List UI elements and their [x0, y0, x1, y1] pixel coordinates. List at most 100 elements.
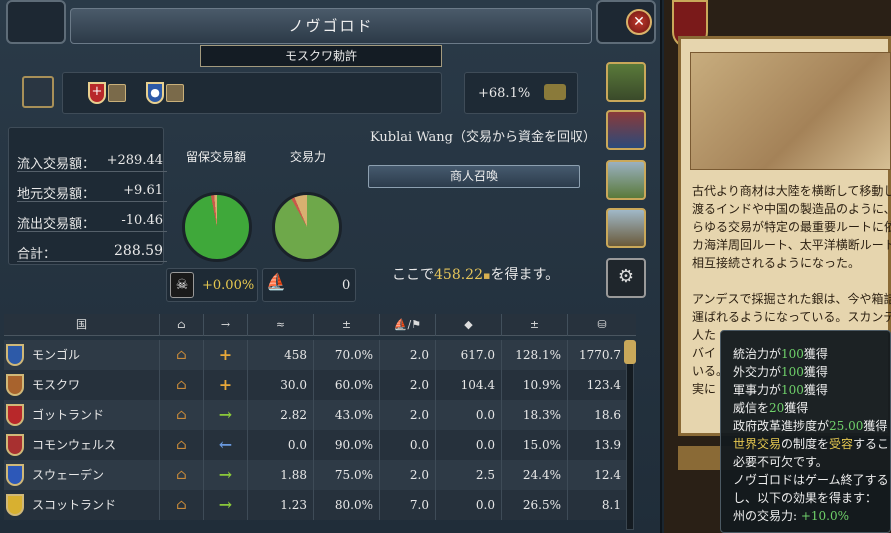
cell-c6: 617.0	[436, 340, 502, 370]
cell-c4: 90.0%	[314, 430, 380, 460]
trade-power-pie[interactable]	[272, 192, 342, 262]
stat-value: +9.61	[123, 183, 163, 198]
cell-c6: 0.0	[436, 400, 502, 430]
cell-c8: 18.6	[568, 400, 628, 430]
ships-count: 0	[342, 278, 351, 293]
cell-c3: 1.88	[248, 460, 314, 490]
piracy-value: +0.00%	[202, 278, 255, 293]
stat-value: +289.44	[106, 153, 163, 168]
skull-icon: ☠	[170, 272, 194, 298]
tooltip-line: 威信を20獲得	[733, 401, 809, 415]
stat-row-incoming: 流入交易額： +289.44	[17, 150, 167, 172]
page-title: ノヴゴロド	[70, 8, 592, 44]
cell-c8: 12.4	[568, 460, 628, 490]
landscape-button[interactable]	[606, 160, 646, 200]
stat-row-total: 合計： 288.59	[17, 240, 167, 262]
home-node-icon: ⌂	[160, 370, 204, 400]
scrollbar-thumb[interactable]	[624, 340, 636, 364]
trade-action-icon: ←	[204, 430, 248, 460]
cell-c8: 123.4	[568, 370, 628, 400]
table-row[interactable]: ゴットランド ⌂ → 2.82 43.0% 2.0 0.0 18.3% 18.6	[4, 400, 628, 430]
mongol-shield-icon[interactable]: ●	[146, 82, 164, 104]
trade-goods-button[interactable]	[606, 62, 646, 102]
country-name: ゴットランド	[4, 400, 160, 430]
merchant-gain-text: ここで458.22▪を得ます。	[392, 264, 559, 284]
trade-node-icon[interactable]	[22, 76, 54, 108]
cell-c8: 8.1	[568, 490, 628, 520]
country-name: スコットランド	[4, 490, 160, 520]
cell-c3: 1.23	[248, 490, 314, 520]
tooltip: 統治力が100獲得 外交力が100獲得 軍事力が100獲得 威信を20獲得 政府…	[720, 330, 891, 533]
trade-value-stats: 流入交易額： +289.44 地元交易額： +9.61 流出交易額： -10.46 合…	[8, 127, 167, 265]
tooltip-line: し、以下の効果を得ます：	[733, 491, 878, 505]
cell-c3: 30.0	[248, 370, 314, 400]
merchant-name: Kublai Wang（交易から資金を回収）	[370, 130, 596, 145]
city-button[interactable]	[606, 208, 646, 248]
table-row[interactable]: モンゴル ⌂ +458 70.0% 2.0 617.0 128.1% 1770.7	[4, 340, 628, 370]
col-power[interactable]: ◆	[436, 314, 502, 336]
country-name: コモンウェルス	[4, 430, 160, 460]
country-name: モスクワ	[4, 370, 160, 400]
flavor-line: 古代より商材は大陸を横断して移動し	[692, 184, 891, 198]
tooltip-line: 政府改革進捗度が25.00獲得	[733, 419, 888, 433]
stat-label: 地元交易額：	[17, 187, 96, 202]
trade-action-icon: +	[204, 340, 248, 370]
home-node-icon: ⌂	[160, 460, 204, 490]
table-row[interactable]: モスクワ ⌂ +30.0 60.0% 2.0 104.4 10.9% 123.4	[4, 370, 628, 400]
table-row[interactable]: スコットランド ⌂ → 1.23 80.0% 7.0 0.0 26.5% 8.1	[4, 490, 628, 520]
cell-c7: 18.3%	[502, 400, 568, 430]
trade-action-icon: →	[204, 490, 248, 520]
owner-shield-icon[interactable]: +	[88, 82, 106, 104]
stat-label: 流入交易額：	[17, 157, 96, 172]
cell-c3: 0.0	[248, 430, 314, 460]
table-row[interactable]: コモンウェルス ⌂ ← 0.0 90.0% 0.0 0.0 15.0% 13.9	[4, 430, 628, 460]
ship-icon: ⛵	[266, 272, 286, 291]
gain-prefix: ここで	[392, 267, 434, 283]
flavor-line: 運ばれるようになっている。スカンデ	[692, 310, 891, 324]
cell-c5: 2.0	[380, 400, 436, 430]
trade-company-subtitle: モスクワ勅許	[200, 45, 442, 67]
cell-c8: 1770.7	[568, 340, 628, 370]
cell-c4: 80.0%	[314, 490, 380, 520]
tooltip-line: 軍事力が100獲得	[733, 383, 828, 397]
trade-table-header: 国 ⌂ → ≈ ± ⛵/⚑ ◆ ± ⛁	[4, 314, 636, 336]
coins-button[interactable]: ⚙	[606, 258, 646, 298]
stat-label: 合計：	[17, 247, 57, 262]
cell-c7: 24.4%	[502, 460, 568, 490]
cell-c5: 0.0	[380, 430, 436, 460]
col-country[interactable]: 国	[4, 314, 160, 336]
country-name: モンゴル	[4, 340, 160, 370]
tooltip-line: ノヴゴロドはゲーム終了する	[733, 473, 889, 487]
flavor-line: 相互接続されるようになった。	[692, 256, 861, 270]
panel-corner-left	[6, 0, 66, 44]
flavor-text-1: 古代より商材は大陸を横断して移動し 渡るインドや中国の製造品のように、 らゆる交…	[692, 182, 891, 272]
retained-trade-pie[interactable]	[182, 192, 252, 262]
col-share-pct[interactable]: ±	[314, 314, 380, 336]
retained-trade-label: 留保交易額	[186, 150, 247, 164]
cell-c4: 70.0%	[314, 340, 380, 370]
col-share[interactable]: ≈	[248, 314, 314, 336]
cell-c7: 128.1%	[502, 340, 568, 370]
cell-c3: 458	[248, 340, 314, 370]
flavor-line: カ海洋周回ルート、太平洋横断ルート	[692, 238, 891, 252]
merchant-illustration	[690, 52, 891, 170]
col-ships[interactable]: ⛵/⚑	[380, 314, 436, 336]
tooltip-line: 世界交易の制度を受容するこ	[733, 437, 890, 451]
cell-c7: 26.5%	[502, 490, 568, 520]
col-value[interactable]: ⛁	[568, 314, 636, 336]
trade-power-label: 交易力	[290, 150, 327, 164]
table-row[interactable]: スウェーデン ⌂ → 1.88 75.0% 2.0 2.5 24.4% 12.4	[4, 460, 628, 490]
table-scrollbar[interactable]	[626, 340, 634, 530]
cell-c3: 2.82	[248, 400, 314, 430]
col-home[interactable]: ⌂	[160, 314, 204, 336]
cell-c4: 75.0%	[314, 460, 380, 490]
country-name: スウェーデン	[4, 460, 160, 490]
diplomats-button[interactable]	[606, 110, 646, 150]
close-icon[interactable]: ✕	[626, 9, 652, 35]
cell-c6: 104.4	[436, 370, 502, 400]
col-power-pct[interactable]: ±	[502, 314, 568, 336]
col-action[interactable]: →	[204, 314, 248, 336]
tooltip-line: 統治力が100獲得	[733, 347, 828, 361]
trade-action-icon: →	[204, 400, 248, 430]
call-merchant-button[interactable]: 商人召喚	[368, 165, 580, 188]
